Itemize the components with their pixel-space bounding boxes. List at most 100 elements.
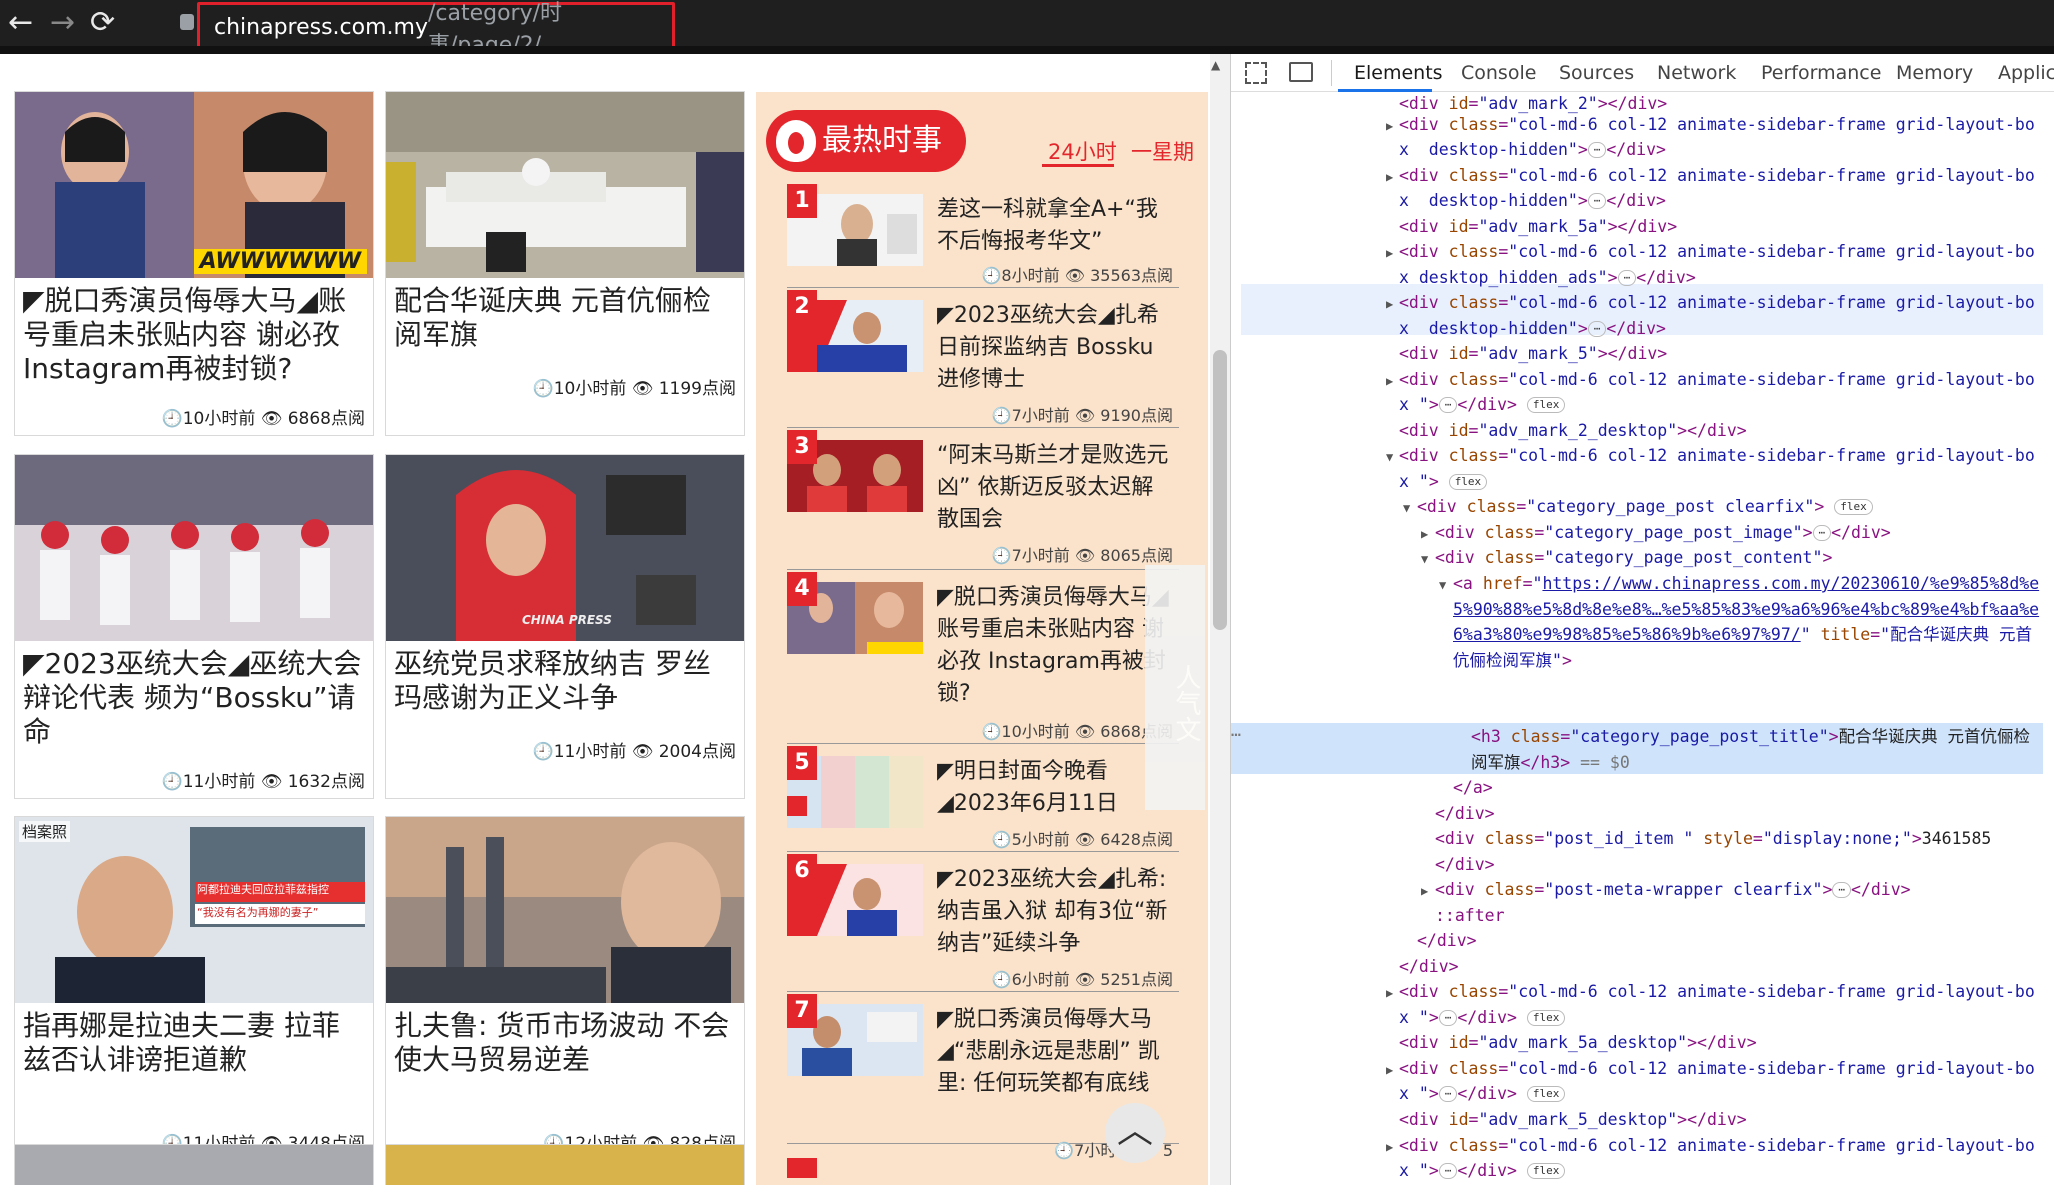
hot-item-title[interactable]: “阿末马斯兰才是败选元凶” 依斯迈反驳太迟解散国会 <box>937 440 1175 536</box>
dom-node[interactable]: <div class="col-md-6 col-12 animate-side… <box>1399 112 2035 138</box>
article-title[interactable]: 指再娜是拉迪夫二妻 拉菲兹否认诽谤拒道歉 <box>23 1009 367 1077</box>
tab-elements[interactable]: Elements <box>1354 62 1443 84</box>
article-thumbnail[interactable]: AWWWWWW <box>15 92 373 278</box>
lock-icon[interactable] <box>180 14 194 30</box>
dom-node[interactable]: <div class="col-md-6 col-12 animate-side… <box>1399 163 2035 189</box>
tab-24h[interactable]: 24小时 <box>1048 136 1117 166</box>
tab-application[interactable]: Applica <box>1998 62 2054 84</box>
expand-caret-icon[interactable]: ▶ <box>1386 292 1393 318</box>
hot-list-item[interactable]: 3 “阿末马斯兰才是败选元凶” 依斯迈反驳太迟解散国会 🕘7小时前 👁 8065… <box>787 430 1179 570</box>
expand-caret-icon[interactable]: ▶ <box>1386 1058 1393 1084</box>
article-title[interactable]: 扎夫鲁: 货币市场波动 不会使大马贸易逆差 <box>394 1009 738 1077</box>
tab-sources[interactable]: Sources <box>1559 62 1634 84</box>
tab-network[interactable]: Network <box>1657 62 1736 84</box>
dom-node[interactable]: <div class="category_page_post clearfix"… <box>1417 494 1873 520</box>
dom-node[interactable]: x "> ⋯ </div> flex <box>1399 1158 1566 1184</box>
expand-caret-icon[interactable]: ▶ <box>1386 241 1393 267</box>
reload-icon[interactable]: ⟳ <box>90 6 115 40</box>
dom-node[interactable]: <div class="col-md-6 col-12 animate-side… <box>1399 239 2035 265</box>
inspect-element-icon[interactable] <box>1245 62 1267 84</box>
hot-item-title[interactable]: ◤明日封面今晚看◢2023年6月11日 <box>937 756 1175 820</box>
more-options-icon[interactable]: ⋯ <box>1231 722 1241 748</box>
article-card[interactable]: ◤2023巫统大会◢巫统大会辩论代表 频为“Bossku”请命 🕘11小时前 👁… <box>14 454 374 799</box>
dom-node[interactable]: <div class="col-md-6 col-12 animate-side… <box>1399 443 2035 469</box>
device-toggle-icon[interactable] <box>1289 62 1313 82</box>
article-card[interactable]: 配合华诞庆典 元首伉俪检阅军旗 🕘10小时前 👁 1199点阅 <box>385 91 745 436</box>
article-title[interactable]: ◤2023巫统大会◢巫统大会辩论代表 频为“Bossku”请命 <box>23 647 367 749</box>
dom-node[interactable]: <div class="post-meta-wrapper clearfix">… <box>1435 877 1911 903</box>
article-title[interactable]: ◤脱口秀演员侮辱大马◢账号重启未张贴内容 谢必孜 Instagram再被封锁? <box>23 284 367 386</box>
expand-caret-icon[interactable]: ▶ <box>1421 879 1428 905</box>
dom-node[interactable]: <div class="col-md-6 col-12 animate-side… <box>1399 1056 2035 1082</box>
hot-item-title[interactable]: ◤脱口秀演员侮辱大马◢账号重启未张贴内容 谢必孜 Instagram再被封锁? <box>937 582 1175 710</box>
dom-node[interactable]: </div> <box>1435 852 1495 878</box>
hot-item-title[interactable]: 差这一科就拿全A+“我不后悔报考华文” <box>937 194 1175 258</box>
dom-node[interactable]: <div id="adv_mark_5_desktop"></div> <box>1399 1107 1747 1133</box>
forward-icon[interactable]: → <box>50 6 75 40</box>
dom-node[interactable]: <div id="adv_mark_2_desktop"></div> <box>1399 418 1747 444</box>
article-thumbnail[interactable] <box>15 1145 373 1185</box>
article-thumbnail[interactable]: 档案照 阿都拉迪夫回应拉菲兹指控 “我没有名为再娜的妻子” <box>15 817 373 1003</box>
article-thumbnail[interactable] <box>386 92 744 278</box>
hot-list-item[interactable]: 4 ◤脱口秀演员侮辱大马◢账号重启未张贴内容 谢必孜 Instagram再被封锁… <box>787 572 1179 744</box>
collapse-caret-icon[interactable]: ▼ <box>1403 496 1410 522</box>
scroll-up-arrow-icon[interactable]: ▲ <box>1211 58 1220 72</box>
dom-node[interactable]: x "> ⋯ </div> flex <box>1399 1081 1566 1107</box>
hot-list-item[interactable]: 6 ◤2023巫统大会◢扎希: 纳吉虽入狱 却有3位“新纳吉”延续斗争 🕘6小时… <box>787 854 1179 992</box>
article-card[interactable] <box>14 1144 374 1185</box>
dom-node[interactable]: x desktop-hidden"> ⋯ </div> <box>1399 137 1666 163</box>
expand-caret-icon[interactable]: ▶ <box>1386 981 1393 1007</box>
article-card[interactable] <box>385 1144 745 1185</box>
dom-node[interactable]: </a> <box>1453 775 1493 801</box>
dom-node[interactable]: <div class="category_page_post_image"> ⋯ <… <box>1435 520 1891 546</box>
tab-console[interactable]: Console <box>1461 62 1536 84</box>
article-card[interactable]: 档案照 阿都拉迪夫回应拉菲兹指控 “我没有名为再娜的妻子” 指再娜是拉迪夫二妻 … <box>14 816 374 1161</box>
article-thumbnail[interactable] <box>386 817 744 1003</box>
article-thumbnail[interactable] <box>15 455 373 641</box>
article-title[interactable]: 配合华诞庆典 元首伉俪检阅军旗 <box>394 284 738 352</box>
article-card[interactable]: 扎夫鲁: 货币市场波动 不会使大马贸易逆差 🕘12小时前 👁 828点阅 <box>385 816 745 1161</box>
dom-node[interactable]: <div class="col-md-6 col-12 animate-side… <box>1399 1133 2035 1159</box>
back-to-top-button[interactable]: ︿ <box>1105 1103 1165 1163</box>
article-thumbnail[interactable]: CHINA PRESS <box>386 455 744 641</box>
article-card[interactable]: AWWWWWW ◤脱口秀演员侮辱大马◢账号重启未张贴内容 谢必孜 Instagr… <box>14 91 374 436</box>
dom-node[interactable]: <div id="adv_mark_5a_desktop"></div> <box>1399 1030 1757 1056</box>
hot-item-title[interactable]: ◤脱口秀演员侮辱大马◢“悲剧永远是悲剧” 凯里: 任何玩笑都有底线 <box>937 1004 1175 1100</box>
dom-node[interactable]: x desktop_hidden_ads"> ⋯ </div> <box>1399 265 1696 291</box>
address-bar[interactable]: chinapress.com.my/category/时事/page/2/ <box>197 1 675 58</box>
article-thumbnail[interactable] <box>386 1145 744 1185</box>
dom-node[interactable]: </div> <box>1417 928 1477 954</box>
dom-node[interactable]: ::after <box>1435 903 1505 929</box>
expand-caret-icon[interactable]: ▶ <box>1386 1135 1393 1161</box>
popular-side-tab[interactable]: 人气文 <box>1145 565 1205 810</box>
dom-node[interactable]: x desktop-hidden"> ⋯ </div> <box>1399 316 1666 342</box>
hot-list-item[interactable]: 2 ◤2023巫统大会◢扎希日前探监纳吉 Bossku进修博士 🕘7小时前 👁 … <box>787 290 1179 428</box>
collapse-caret-icon[interactable]: ▼ <box>1439 573 1446 599</box>
scrollbar-thumb[interactable] <box>1213 350 1227 630</box>
dom-node[interactable]: x "> ⋯ </div> flex <box>1399 1005 1566 1031</box>
article-title[interactable]: 巫统党员求释放纳吉 罗丝玛感谢为正义斗争 <box>394 647 738 715</box>
dom-node[interactable]: <div id="adv_mark_5"></div> <box>1399 341 1667 367</box>
hot-list-item[interactable]: 1 差这一科就拿全A+“我不后悔报考华文” 🕘8小时前 👁 35563点阅 <box>787 184 1179 288</box>
dom-node[interactable]: x "> flex <box>1399 469 1488 495</box>
dom-node-selected[interactable]: <h3 class="category_page_post_title">配合华… <box>1471 724 2043 775</box>
dom-node[interactable]: <div class="post_id_item " style="displa… <box>1435 826 1991 852</box>
hot-item-title[interactable]: ◤2023巫统大会◢扎希: 纳吉虽入狱 却有3位“新纳吉”延续斗争 <box>937 864 1175 960</box>
expand-caret-icon[interactable]: ▶ <box>1386 114 1393 140</box>
dom-node[interactable]: <div class="category_page_post_content"> <box>1435 545 1832 571</box>
hot-list-item[interactable] <box>787 1158 1179 1185</box>
collapse-caret-icon[interactable]: ▼ <box>1421 547 1428 573</box>
tab-performance[interactable]: Performance <box>1761 62 1881 84</box>
tab-memory[interactable]: Memory <box>1896 62 1973 84</box>
dom-node[interactable]: </div> <box>1435 801 1495 827</box>
expand-caret-icon[interactable]: ▶ <box>1421 522 1428 548</box>
dom-node[interactable]: x desktop-hidden"> ⋯ </div> <box>1399 188 1666 214</box>
article-card[interactable]: CHINA PRESS 巫统党员求释放纳吉 罗丝玛感谢为正义斗争 🕘11小时前 … <box>385 454 745 799</box>
hot-item-title[interactable]: ◤2023巫统大会◢扎希日前探监纳吉 Bossku进修博士 <box>937 300 1175 396</box>
back-icon[interactable]: ← <box>8 6 33 40</box>
dom-node[interactable]: <div class="col-md-6 col-12 animate-side… <box>1399 290 2035 316</box>
dom-tree[interactable]: <div id="adv_mark_2"></div> ▶ <div class… <box>1231 92 2054 1185</box>
dom-node[interactable]: <div id="adv_mark_5a"></div> <box>1399 214 1677 240</box>
hot-list-item[interactable]: 5 ◤明日封面今晚看◢2023年6月11日 🕘5小时前 👁 6428点阅 <box>787 746 1179 852</box>
collapse-caret-icon[interactable]: ▼ <box>1386 445 1393 471</box>
